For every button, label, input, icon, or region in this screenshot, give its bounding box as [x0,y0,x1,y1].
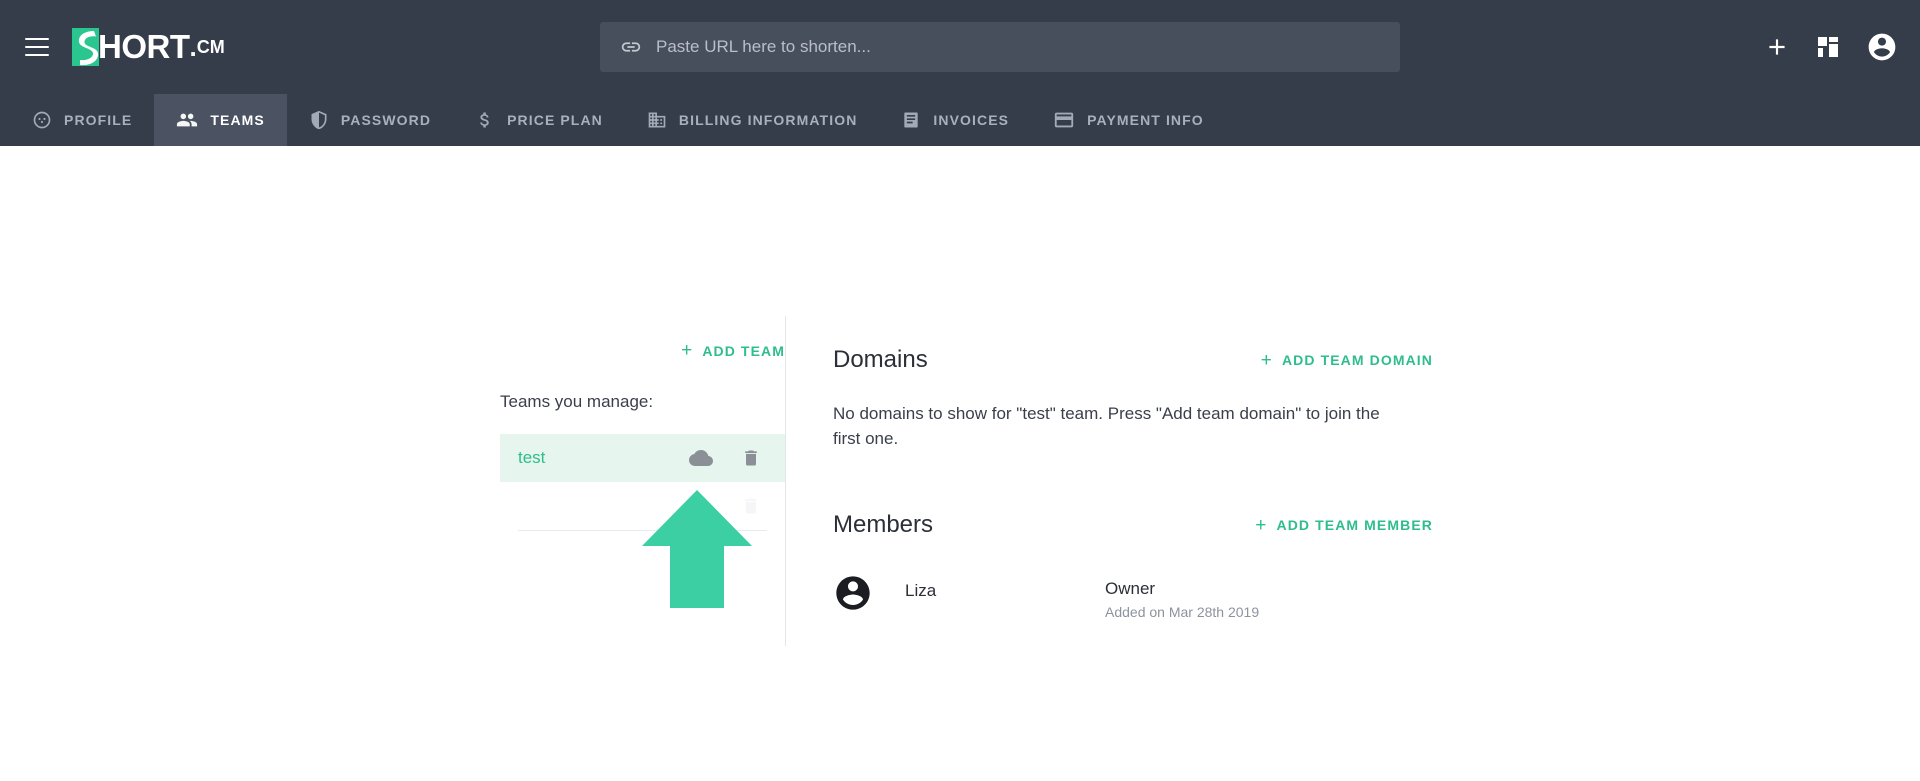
tab-label: PRICE PLAN [507,112,603,128]
link-icon [620,36,642,58]
team-list: test [500,434,785,531]
team-list-item[interactable] [500,482,785,530]
teams-you-manage-label: Teams you manage: [500,392,654,411]
domains-header: Domains + ADD TEAM DOMAIN [833,346,1433,374]
account-circle-icon[interactable] [1866,31,1898,63]
tab-invoices[interactable]: INVOICES [879,94,1031,146]
hamburger-bar [25,38,49,40]
member-name: Liza [905,581,937,601]
tab-label: INVOICES [933,112,1010,128]
team-row-actions [689,494,761,518]
page-content: + ADD TEAM Teams you manage: test Domain… [0,146,1920,781]
settings-tab-bar: PROFILE TEAMS PASSWORD PRICE PLAN BILLIN… [0,94,1920,146]
tab-payment-info[interactable]: PAYMENT INFO [1031,94,1226,146]
plus-icon[interactable] [1764,34,1790,60]
building-icon [647,110,667,130]
logo-dot: . [189,31,197,62]
top-bar: HORT . CM Paste URL here to shorten... [0,0,1920,94]
cloud-icon[interactable] [689,494,713,518]
tab-teams[interactable]: TEAMS [154,94,287,146]
plus-icon: + [1255,514,1268,536]
team-list-divider [518,530,767,531]
credit-card-icon [1053,109,1075,131]
tab-label: PROFILE [64,112,133,128]
app-logo[interactable]: HORT . CM [72,27,225,67]
hamburger-bar [25,54,49,56]
tab-password[interactable]: PASSWORD [287,94,453,146]
tab-label: PAYMENT INFO [1087,112,1204,128]
team-name: test [518,448,546,467]
add-team-domain-button[interactable]: + ADD TEAM DOMAIN [1261,351,1433,370]
shield-icon [309,110,329,130]
url-shorten-bar[interactable]: Paste URL here to shorten... [600,22,1400,72]
plus-icon: + [681,340,694,361]
tab-label: TEAMS [210,112,265,128]
trash-icon[interactable] [741,496,761,516]
people-icon [176,109,198,131]
logo-text: HORT [98,28,190,65]
members-title: Members [833,511,934,539]
avatar [833,573,873,618]
tab-billing-information[interactable]: BILLING INFORMATION [625,94,880,146]
domains-empty-message: No domains to show for "test" team. Pres… [833,404,1380,448]
member-list-item[interactable]: Liza Owner Added on Mar 28th 2019 [833,571,1433,620]
grid-icon[interactable] [1816,35,1840,59]
plus-icon: + [1260,349,1273,371]
add-team-member-label: ADD TEAM MEMBER [1276,517,1433,534]
tab-label: BILLING INFORMATION [678,112,858,128]
logo-mark-icon [72,28,99,66]
hamburger-icon[interactable] [20,30,54,64]
cloud-icon[interactable] [689,446,713,470]
team-row-actions [689,446,761,470]
add-team-button[interactable]: + ADD TEAM [681,341,785,360]
add-team-domain-label: ADD TEAM DOMAIN [1281,352,1433,368]
member-role: Owner [1105,579,1156,599]
url-input-placeholder: Paste URL here to shorten... [656,37,871,56]
trash-icon[interactable] [741,448,761,468]
tab-price-plan[interactable]: PRICE PLAN [453,94,625,146]
add-team-row: + ADD TEAM [500,341,785,360]
add-team-member-button[interactable]: + ADD TEAM MEMBER [1255,516,1433,535]
team-details-panel: Domains + ADD TEAM DOMAIN No domains to … [833,346,1433,620]
logo-suffix: CM [196,37,225,57]
members-header: Members + ADD TEAM MEMBER [833,511,1433,539]
tab-profile[interactable]: PROFILE [10,94,154,146]
add-team-label: ADD TEAM [702,342,785,359]
panel-divider [785,316,786,646]
dollar-icon [475,110,495,130]
hamburger-bar [25,46,49,48]
teams-panel: + ADD TEAM Teams you manage: test [500,341,785,531]
domains-title: Domains [833,346,928,373]
top-bar-actions [1764,0,1898,94]
team-list-item[interactable]: test [500,434,785,482]
member-added-date: Added on Mar 28th 2019 [1105,604,1260,621]
member-role-block: Owner Added on Mar 28th 2019 [1105,571,1259,620]
profile-icon [32,110,52,130]
tab-label: PASSWORD [340,112,432,128]
invoice-icon [901,110,921,130]
